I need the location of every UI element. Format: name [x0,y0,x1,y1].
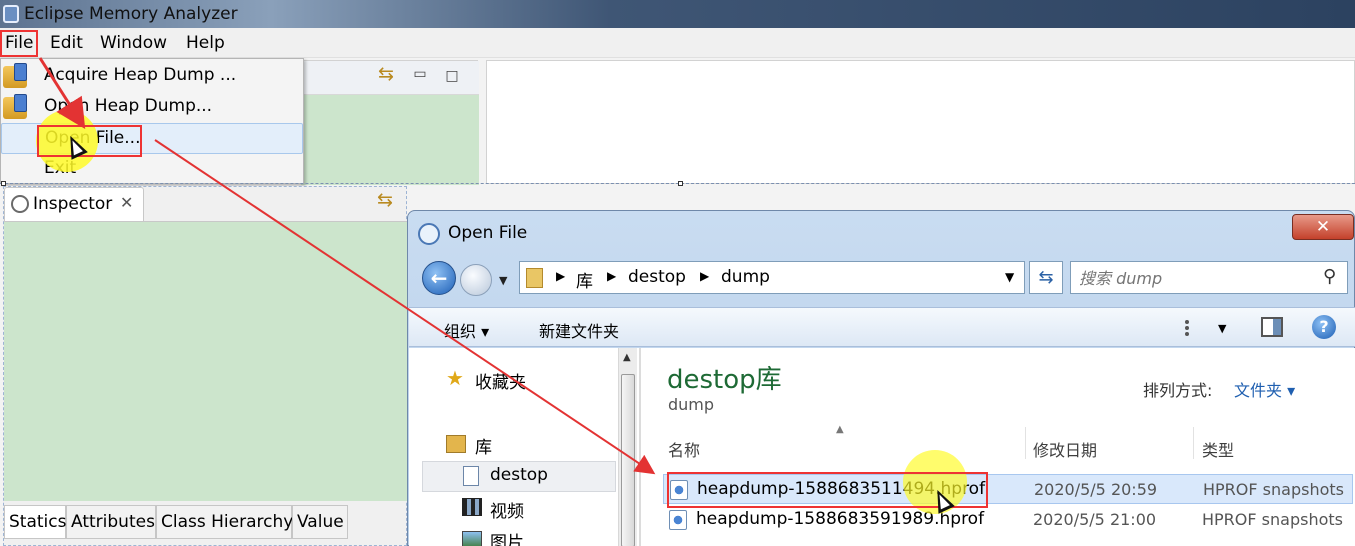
annotation-arrow-dialog [154,139,656,475]
annotation-arrow-menu [38,57,86,130]
annotation-arrows [38,57,656,475]
